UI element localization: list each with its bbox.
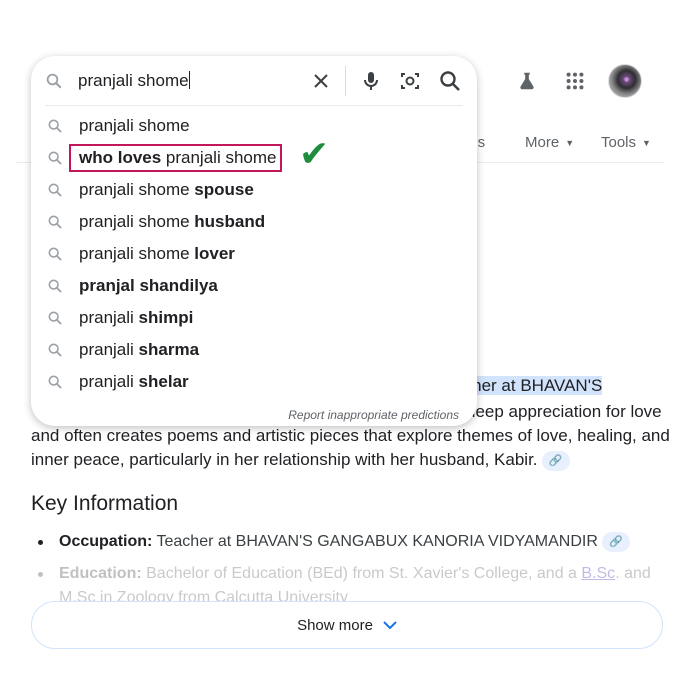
search-icon	[46, 73, 62, 89]
apps-grid-icon[interactable]	[560, 66, 590, 96]
search-icon	[48, 215, 62, 229]
search-autocomplete-panel: pranjali shome pranjali shome who loves …	[31, 56, 477, 426]
bullet-dot	[38, 572, 43, 577]
checkmark-icon: ✔	[299, 133, 330, 174]
occupation-value: Teacher at BHAVAN'S GANGABUX KANORIA VID…	[152, 533, 598, 550]
camera-lens-icon[interactable]	[398, 69, 422, 93]
search-icon	[48, 279, 62, 293]
annotation-highlight-box	[69, 144, 282, 172]
key-information-heading: Key Information	[31, 492, 179, 515]
education-tail: . and	[615, 565, 651, 582]
education-value: Bachelor of Education (BEd) from St. Xav…	[141, 565, 582, 582]
search-icon	[48, 247, 62, 261]
suggestion-text: pranjali shome husband	[79, 212, 266, 231]
suggestion-item[interactable]: pranjali shome spouse	[31, 174, 477, 206]
microphone-icon[interactable]	[359, 69, 383, 93]
tab-more[interactable]: More ▼	[525, 134, 574, 151]
suggestion-item[interactable]: pranjali shome	[31, 110, 477, 142]
report-predictions-link[interactable]: Report inappropriate predictions	[288, 408, 459, 422]
tab-tools[interactable]: Tools ▼	[601, 134, 651, 151]
suggestion-text: pranjali sharma	[79, 340, 200, 359]
paragraph-line-4-text: inner peace, particularly in her relatio…	[31, 450, 538, 469]
caret-down-icon: ▼	[565, 137, 575, 148]
suggestion-text: pranjali shome	[79, 116, 190, 135]
suggestion-item[interactable]: pranjali shome husband	[31, 206, 477, 238]
education-link[interactable]: B.Sc	[581, 565, 615, 582]
education-label: Education:	[59, 565, 142, 582]
search-submit-icon[interactable]	[438, 69, 462, 93]
clear-icon[interactable]	[310, 70, 332, 92]
suggestion-text: pranjali shelar	[79, 372, 189, 391]
search-box[interactable]: pranjali shome	[31, 56, 477, 106]
labs-flask-icon[interactable]	[512, 66, 542, 96]
bullet-dot	[38, 540, 43, 545]
suggestion-item[interactable]: pranjal shandilya	[31, 270, 477, 302]
divider	[45, 105, 463, 106]
text-cursor	[188, 71, 190, 89]
suggestion-text: pranjali shimpi	[79, 308, 194, 327]
search-icon	[48, 311, 62, 325]
search-input[interactable]: pranjali shome	[78, 71, 190, 91]
education-item: Education: Bachelor of Education (BEd) f…	[59, 562, 651, 586]
suggestion-item[interactable]: pranjali shome lover	[31, 238, 477, 270]
suggestion-text: pranjal shandilya	[79, 276, 218, 295]
suggestion-item[interactable]: pranjali shelar	[31, 366, 477, 398]
search-icon	[48, 183, 62, 197]
suggestion-text: pranjali shome spouse	[79, 180, 254, 199]
show-more-button[interactable]: Show more	[31, 601, 663, 649]
suggestion-item[interactable]: pranjali shimpi	[31, 302, 477, 334]
occupation-item: Occupation: Teacher at BHAVAN'S GANGABUX…	[59, 530, 630, 554]
tab-tools-label: Tools	[601, 134, 637, 151]
caret-down-icon: ▼	[642, 137, 651, 148]
occupation-label: Occupation:	[59, 533, 153, 550]
paragraph-line-4: inner peace, particularly in her relatio…	[31, 448, 570, 472]
search-icon	[48, 343, 62, 357]
header-actions	[512, 64, 642, 98]
search-icon	[48, 119, 62, 133]
search-query-text: pranjali shome	[78, 71, 189, 90]
paragraph-line-3: and often creates poems and artistic pie…	[31, 426, 670, 445]
divider	[345, 66, 346, 96]
account-avatar[interactable]	[608, 64, 642, 98]
source-link-icon[interactable]: 🔗	[601, 531, 630, 552]
source-link-icon[interactable]: 🔗	[541, 450, 570, 471]
search-icon	[48, 151, 62, 165]
tab-more-label: More	[525, 134, 560, 151]
suggestion-text: pranjali shome lover	[79, 244, 235, 263]
chevron-down-icon	[383, 617, 397, 633]
suggestion-item[interactable]: pranjali sharma	[31, 334, 477, 366]
paragraph-line-2-tail: deep appreciation for love	[466, 402, 662, 421]
search-icon	[48, 375, 62, 389]
show-more-label: Show more	[297, 616, 373, 634]
